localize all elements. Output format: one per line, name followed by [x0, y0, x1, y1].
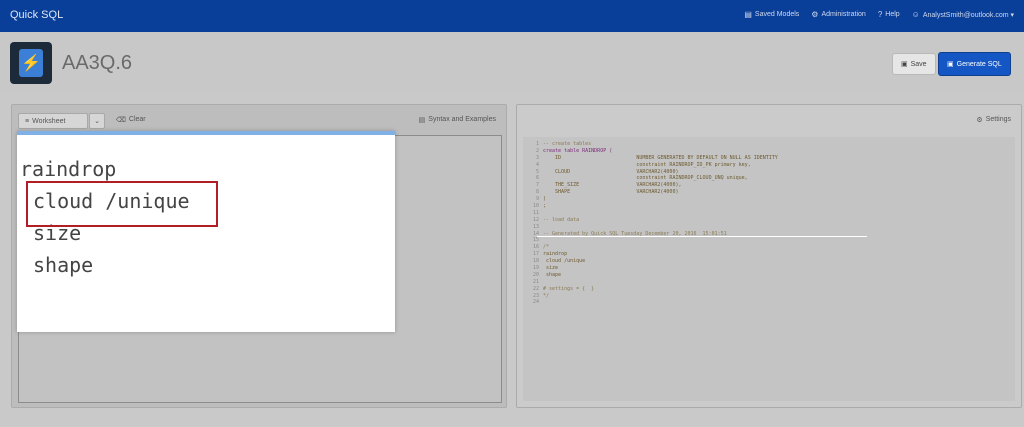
worksheet-dropdown[interactable]: ⌄ [89, 113, 105, 129]
code-line: ) [543, 196, 547, 203]
nav-administration-label: Administration [821, 11, 866, 18]
line-number: 6 [535, 175, 539, 182]
sql-output-toolbar: ⚙ Settings [517, 105, 1021, 133]
top-navigation-bar: Quick SQL ▤ Saved Models ⚙ Administratio… [0, 0, 1024, 32]
highlight-box [26, 181, 218, 227]
nav-user-menu[interactable]: ☺ AnalystSmith@outlook.com ▾ [912, 10, 1014, 19]
worksheet-label: Worksheet [32, 117, 66, 125]
syntax-label: Syntax and Examples [428, 116, 496, 123]
line-number: 5 [535, 168, 539, 175]
nav-administration[interactable]: ⚙ Administration [811, 10, 866, 19]
nav-saved-models-label: Saved Models [754, 11, 800, 18]
line-number: 15 [532, 237, 539, 244]
line-number: 21 [532, 278, 539, 285]
save-icon: ▣ [901, 61, 908, 68]
save-button[interactable]: ▣ Save [892, 53, 936, 75]
code-line: constraint RAINDROP_ID_PK primary key, [543, 161, 751, 168]
code-line: cloud /unique [543, 258, 586, 265]
syntax-icon: ▤ [418, 117, 426, 124]
line-number: 2 [535, 147, 539, 154]
zoom-line-shape: shape [33, 253, 94, 277]
settings-icon: ⚙ [976, 117, 983, 124]
line-number: 13 [532, 223, 539, 230]
settings-label: Settings [985, 116, 1011, 123]
code-lines: -- create tables create table RAINDROP ( … [543, 141, 778, 306]
page-header [0, 32, 1024, 92]
line-number: 22 [532, 285, 539, 292]
code-line: ; [543, 203, 547, 210]
code-line: ID NUMBER GENERATED BY DEFAULT ON NULL A… [543, 154, 778, 161]
zoom-callout: raindrop cloud /unique size shape [17, 131, 395, 332]
nav-help[interactable]: ? Help [878, 10, 900, 19]
line-number: 8 [535, 189, 539, 196]
lightning-icon: ⚡ [19, 49, 43, 77]
code-line: create table RAINDROP ( [543, 147, 613, 154]
line-number: 18 [532, 258, 539, 265]
code-line: size [543, 265, 559, 272]
line-number: 9 [535, 196, 539, 203]
line-number-gutter: 1 2 3 4 5 6 7 8 9 10 11 12 13 14 15 16 17 18 19 20 21 22 23 24 [523, 141, 539, 306]
line-number: 20 [532, 271, 539, 278]
page-title: AA3Q.6 [62, 52, 133, 74]
sql-output-panel: ⚙ Settings 1 2 3 4 5 6 7 8 9 10 11 12 13 14 15 16 17 18 19… [516, 104, 1022, 408]
line-number: 19 [532, 265, 539, 272]
code-line: -- create tables [543, 141, 592, 147]
worksheet-icon: ≡ [25, 117, 30, 125]
administration-icon: ⚙ [811, 10, 819, 19]
sql-code-viewer[interactable]: 1 2 3 4 5 6 7 8 9 10 11 12 13 14 15 16 17 18 19 20 21 22 23 24 … [523, 137, 1015, 401]
generate-icon: ▣ [947, 61, 954, 68]
active-line-indicator [537, 236, 867, 237]
line-number: 7 [535, 182, 539, 189]
worksheet-button[interactable]: ≡ Worksheet [18, 113, 88, 129]
syntax-examples-button[interactable]: ▤ Syntax and Examples [419, 116, 496, 124]
clear-icon: ⌫ [116, 117, 126, 124]
line-number: 3 [535, 154, 539, 161]
line-number: 16 [532, 244, 539, 251]
code-line: -- load data [543, 216, 580, 223]
line-number: 24 [532, 299, 539, 306]
clear-label: Clear [128, 116, 146, 123]
code-line: raindrop [543, 251, 568, 258]
save-button-label: Save [910, 60, 927, 68]
code-line: /* [543, 244, 550, 251]
generate-sql-button[interactable]: ▣ Generate SQL [938, 52, 1011, 76]
code-line: constraint RAINDROP_CLOUD_UNQ unique, [543, 175, 748, 182]
line-number: 23 [532, 292, 539, 299]
nav-help-label: Help [885, 11, 900, 18]
generate-sql-label: Generate SQL [956, 60, 1002, 68]
top-nav-links: ▤ Saved Models ⚙ Administration ? Help ☺… [744, 10, 1014, 19]
line-number: 1 [535, 141, 539, 147]
app-logo: ⚡ [10, 42, 52, 84]
line-number: 11 [532, 209, 539, 216]
app-brand[interactable]: Quick SQL [10, 9, 63, 21]
line-number: 4 [535, 161, 539, 168]
line-number: 10 [532, 203, 539, 210]
code-line: SHAPE VARCHAR2(4000) [543, 189, 679, 196]
chevron-down-icon: ⌄ [94, 118, 100, 125]
user-icon: ☺ [911, 10, 920, 19]
help-icon: ? [877, 10, 883, 19]
nav-user-label: AnalystSmith@outlook.com ▾ [922, 11, 1014, 19]
worksheet-toolbar: ≡ Worksheet ⌄ ⌫ Clear ▤ Syntax and Examp… [12, 105, 506, 133]
zoom-line-table: raindrop [20, 157, 117, 181]
line-number: 17 [532, 251, 539, 258]
settings-button[interactable]: ⚙ Settings [976, 116, 1011, 124]
code-line: shape [543, 271, 562, 278]
clear-button[interactable]: ⌫ Clear [116, 116, 146, 124]
code-line: # settings = { } [543, 285, 595, 292]
code-line: THE_SIZE VARCHAR2(4000), [543, 182, 682, 189]
saved-models-icon: ▤ [744, 10, 752, 19]
nav-saved-models[interactable]: ▤ Saved Models [744, 10, 799, 19]
code-line: */ [543, 292, 550, 299]
line-number: 12 [532, 216, 539, 223]
code-line: CLOUD VARCHAR2(4000) [543, 168, 679, 175]
